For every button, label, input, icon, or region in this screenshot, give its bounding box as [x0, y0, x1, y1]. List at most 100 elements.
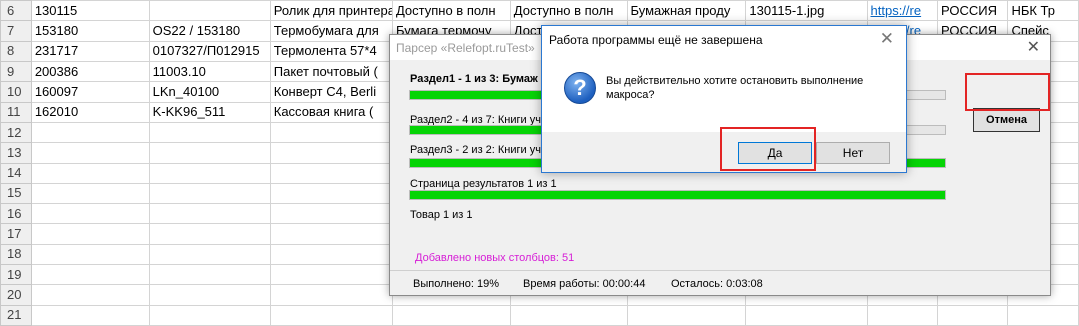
row-header[interactable]: 10 [0, 81, 32, 103]
table-cell[interactable] [148, 304, 271, 326]
table-cell[interactable] [269, 223, 393, 245]
table-cell[interactable]: 160097 [30, 81, 150, 103]
confirm-message: Вы действительно хотите остановить выпол… [606, 75, 864, 101]
table-cell[interactable] [30, 304, 150, 326]
results-page-label: Страница результатов 1 из 1 [410, 178, 557, 190]
row-header[interactable]: 6 [0, 0, 32, 22]
table-cell[interactable]: 200386 [30, 60, 150, 83]
no-button[interactable]: Нет [816, 142, 890, 164]
results-progress-bar [409, 190, 946, 200]
table-cell[interactable] [148, 264, 271, 286]
row-header[interactable]: 9 [0, 60, 32, 83]
confirm-message-area: ? Вы действительно хотите остановить вып… [542, 54, 906, 132]
status-work-time: Время работы: 00:00:44 [523, 278, 646, 290]
table-cell[interactable]: Конверт С4, Berli [269, 81, 393, 103]
row-header[interactable]: 7 [0, 20, 32, 42]
row-header[interactable]: 17 [0, 223, 32, 245]
table-cell[interactable] [269, 304, 393, 326]
table-cell[interactable] [269, 162, 393, 184]
table-cell[interactable] [30, 182, 150, 205]
table-cell[interactable] [269, 284, 393, 306]
table-cell[interactable] [30, 284, 150, 306]
close-icon[interactable]: ✕ [1027, 37, 1040, 57]
table-cell[interactable]: РОССИЯ [936, 0, 1009, 22]
table-cell[interactable] [148, 243, 271, 266]
section3-label: Раздел3 - 2 из 2: Книги уч [410, 144, 541, 156]
row-header[interactable]: 15 [0, 182, 32, 205]
table-cell[interactable]: Термобумага для [269, 20, 393, 42]
table-cell[interactable]: Ролик для принтера без перф. НБК [269, 0, 393, 22]
table-cell[interactable]: 0107327/П012915 [148, 40, 271, 62]
table-row: 21 [0, 304, 1079, 326]
results-progress-fill [410, 191, 945, 199]
table-cell[interactable] [30, 121, 150, 144]
row-header[interactable]: 8 [0, 40, 32, 62]
cancel-button[interactable]: Отмена [973, 108, 1040, 132]
table-cell[interactable]: K-KK96_511 [148, 101, 271, 123]
row-header[interactable]: 13 [0, 142, 32, 164]
table-cell[interactable] [269, 264, 393, 286]
table-cell[interactable] [148, 203, 271, 225]
table-cell[interactable] [30, 203, 150, 225]
status-done: Выполнено: 19% [413, 278, 500, 290]
table-cell[interactable] [30, 223, 150, 245]
table-cell[interactable]: Бумажная проду [626, 0, 747, 22]
table-cell[interactable] [269, 182, 393, 205]
table-cell[interactable] [509, 304, 628, 326]
item-label: Товар 1 из 1 [410, 209, 473, 221]
table-cell[interactable] [148, 162, 271, 184]
table-cell[interactable]: 11003.10 [148, 60, 271, 83]
cancel-highlight-box [965, 73, 1050, 111]
table-cell[interactable] [30, 162, 150, 184]
table-cell[interactable] [30, 243, 150, 266]
table-cell[interactable] [866, 304, 938, 326]
table-cell[interactable]: LKn_40100 [148, 81, 271, 103]
table-cell[interactable] [269, 243, 393, 266]
table-cell[interactable]: 130115-1.jpg [745, 0, 868, 22]
added-columns-label: Добавлено новых столбцов: 51 [415, 252, 575, 264]
table-cell[interactable] [745, 304, 868, 326]
table-cell[interactable]: https://re [866, 0, 938, 22]
table-cell[interactable] [269, 121, 393, 144]
table-cell[interactable]: 231717 [30, 40, 150, 62]
table-cell[interactable] [148, 121, 271, 144]
row-header[interactable]: 11 [0, 101, 32, 123]
status-remaining: Осталось: 0:03:08 [671, 278, 763, 290]
section1-label: Раздел1 - 1 из 3: Бумаж [410, 73, 538, 85]
table-cell[interactable] [148, 284, 271, 306]
close-icon[interactable]: ✕ [880, 29, 894, 49]
status-divider [390, 270, 1050, 271]
row-header[interactable]: 18 [0, 243, 32, 266]
table-cell[interactable] [148, 182, 271, 205]
table-cell[interactable]: Термолента 57*4 [269, 40, 393, 62]
table-cell[interactable]: Пакет почтовый ( [269, 60, 393, 83]
table-cell[interactable]: 153180 [30, 20, 150, 42]
table-cell[interactable]: 162010 [30, 101, 150, 123]
row-header[interactable]: 12 [0, 121, 32, 144]
row-header[interactable]: 19 [0, 264, 32, 286]
question-icon: ? [564, 72, 596, 104]
row-header[interactable]: 14 [0, 162, 32, 184]
table-cell[interactable] [391, 304, 511, 326]
table-cell[interactable] [1007, 304, 1079, 326]
table-cell[interactable] [626, 304, 747, 326]
table-cell[interactable] [30, 264, 150, 286]
table-cell[interactable] [30, 142, 150, 164]
table-cell[interactable]: Кассовая книга ( [269, 101, 393, 123]
table-cell[interactable]: Доступно в полн [509, 0, 628, 22]
confirm-title: Работа программы ещё не завершена [549, 33, 763, 47]
table-cell[interactable] [936, 304, 1009, 326]
parser-title: Парсер «Relefopt.ruTest» [396, 41, 535, 55]
table-cell[interactable] [269, 142, 393, 164]
table-cell[interactable]: НБК Тр [1007, 0, 1079, 22]
table-cell[interactable]: Доступно в полн [391, 0, 511, 22]
table-cell[interactable] [148, 0, 271, 22]
table-cell[interactable] [269, 203, 393, 225]
table-cell[interactable] [148, 142, 271, 164]
table-cell[interactable] [148, 223, 271, 245]
row-header[interactable]: 20 [0, 284, 32, 306]
table-cell[interactable]: OS22 / 153180 [148, 20, 271, 42]
table-cell[interactable]: 130115 [30, 0, 150, 22]
row-header[interactable]: 16 [0, 203, 32, 225]
row-header[interactable]: 21 [0, 304, 32, 326]
